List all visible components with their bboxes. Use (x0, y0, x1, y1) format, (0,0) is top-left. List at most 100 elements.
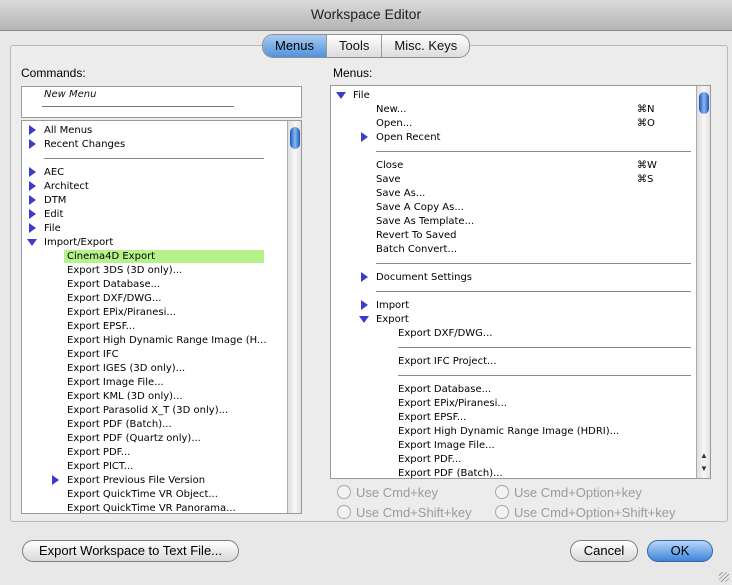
new-menu-item[interactable]: New Menu (44, 89, 96, 100)
shortcut-label: ⌘S (637, 174, 654, 185)
disclosure-down-icon[interactable] (359, 316, 369, 323)
radio-cmd-key[interactable]: Use Cmd+key (337, 485, 438, 500)
scroll-thumb[interactable] (699, 92, 709, 114)
list-item[interactable]: Import/Export (44, 236, 113, 249)
title-bar: Workspace Editor (0, 0, 732, 31)
list-item[interactable]: Export EPix/Piranesi... (398, 397, 507, 410)
separator (398, 375, 691, 376)
list-item[interactable]: Export QuickTime VR Panorama... (67, 502, 236, 513)
separator (376, 263, 691, 264)
list-item[interactable]: Export EPSF... (67, 320, 135, 333)
disclosure-right-icon[interactable] (29, 209, 36, 219)
radio-cmd-option-shift-key[interactable]: Use Cmd+Option+Shift+key (495, 505, 676, 520)
tab-bar: Menus Tools Misc. Keys (262, 34, 471, 58)
divider (42, 106, 234, 107)
scroll-thumb[interactable] (290, 127, 300, 149)
disclosure-right-icon[interactable] (361, 272, 368, 282)
list-item[interactable]: Save As... (376, 187, 425, 200)
list-item[interactable]: DTM (44, 194, 66, 207)
commands-list[interactable]: All Menus Recent Changes AEC Architect DTM Ed… (21, 120, 302, 514)
scroll-up-arrow-icon[interactable]: ▲ (700, 451, 708, 460)
disclosure-right-icon[interactable] (29, 125, 36, 135)
list-item[interactable]: Export PDF (Batch)... (67, 418, 172, 431)
list-item[interactable]: Export Parasolid X_T (3D only)... (67, 404, 228, 417)
list-item[interactable]: Cinema4D Export (67, 250, 155, 263)
disclosure-right-icon[interactable] (29, 139, 36, 149)
list-item[interactable]: Export IFC Project... (398, 355, 497, 368)
list-item[interactable]: Export Image File... (398, 439, 495, 452)
list-item[interactable]: Export PICT... (67, 460, 133, 473)
disclosure-right-icon[interactable] (29, 195, 36, 205)
list-item[interactable]: All Menus (44, 124, 92, 137)
ok-button[interactable]: OK (647, 540, 713, 562)
disclosure-right-icon[interactable] (361, 132, 368, 142)
window-title: Workspace Editor (310, 6, 422, 22)
list-item[interactable]: Export PDF... (398, 453, 461, 466)
list-item[interactable]: New... (376, 103, 406, 116)
list-item[interactable]: Export High Dynamic Range Image (HDRI)..… (398, 425, 619, 438)
list-item[interactable]: Revert To Saved (376, 229, 457, 242)
list-item[interactable]: Save As Template... (376, 215, 474, 228)
shortcut-label: ⌘O (637, 118, 655, 129)
list-item[interactable]: Export (376, 313, 409, 326)
separator (376, 151, 691, 152)
list-item[interactable]: Batch Convert... (376, 243, 457, 256)
commands-scrollbar[interactable] (287, 121, 301, 513)
radio-circle-icon (495, 485, 509, 499)
list-item[interactable]: Edit (44, 208, 63, 221)
list-item[interactable]: File (44, 222, 61, 235)
list-item[interactable]: Export IFC (67, 348, 119, 361)
list-item[interactable]: Export DXF/DWG... (67, 292, 161, 305)
radio-cmd-option-key[interactable]: Use Cmd+Option+key (495, 485, 642, 500)
list-item[interactable]: Export Database... (398, 383, 491, 396)
list-item[interactable]: Export Image File... (67, 376, 164, 389)
export-workspace-button[interactable]: Export Workspace to Text File... (22, 540, 239, 562)
disclosure-right-icon[interactable] (29, 181, 36, 191)
tab-tools[interactable]: Tools (327, 35, 383, 57)
shortcut-label: ⌘W (637, 160, 657, 171)
tab-misc-keys[interactable]: Misc. Keys (382, 35, 469, 57)
list-item[interactable]: Architect (44, 180, 89, 193)
separator (398, 347, 691, 348)
disclosure-right-icon[interactable] (361, 300, 368, 310)
commands-label: Commands: (21, 66, 86, 80)
disclosure-right-icon[interactable] (52, 475, 59, 485)
list-item[interactable]: Close (376, 159, 403, 172)
list-item[interactable]: Export KML (3D only)... (67, 390, 183, 403)
resize-grip-icon[interactable] (719, 572, 729, 582)
scroll-down-arrow-icon[interactable]: ▼ (700, 464, 708, 473)
list-item[interactable]: Open... (376, 117, 412, 130)
disclosure-down-icon[interactable] (27, 239, 37, 246)
list-item[interactable]: Export High Dynamic Range Image (H... (67, 334, 267, 347)
radio-cmd-shift-key[interactable]: Use Cmd+Shift+key (337, 505, 472, 520)
list-item[interactable]: Export PDF (Quartz only)... (67, 432, 201, 445)
tab-menus[interactable]: Menus (263, 35, 328, 57)
list-item[interactable]: Export Database... (67, 278, 160, 291)
list-item[interactable]: Export DXF/DWG... (398, 327, 492, 340)
cancel-button[interactable]: Cancel (570, 540, 638, 562)
list-item[interactable]: Save (376, 173, 401, 186)
disclosure-right-icon[interactable] (29, 167, 36, 177)
list-item[interactable]: File (353, 89, 370, 102)
list-item[interactable]: Export QuickTime VR Object... (67, 488, 218, 501)
separator (44, 158, 264, 159)
menus-scrollbar[interactable]: ▲ ▼ (696, 86, 710, 478)
list-item[interactable]: Export Previous File Version (67, 474, 205, 487)
disclosure-right-icon[interactable] (29, 223, 36, 233)
list-item[interactable]: Export 3DS (3D only)... (67, 264, 182, 277)
menus-list[interactable]: ▲ ▼ File New... ⌘N Open... ⌘O Open Recent Clos… (330, 85, 711, 479)
list-item[interactable]: Export EPix/Piranesi... (67, 306, 176, 319)
list-item[interactable]: Export EPSF... (398, 411, 466, 424)
list-item[interactable]: Save A Copy As... (376, 201, 464, 214)
list-item[interactable]: Export PDF (Batch)... (398, 467, 503, 478)
list-item[interactable]: Open Recent (376, 131, 440, 144)
list-item[interactable]: Export IGES (3D only)... (67, 362, 185, 375)
separator (376, 291, 691, 292)
list-item[interactable]: Export PDF... (67, 446, 130, 459)
list-item[interactable]: Import (376, 299, 409, 312)
disclosure-down-icon[interactable] (336, 92, 346, 99)
list-item[interactable]: AEC (44, 166, 64, 179)
list-item[interactable]: Recent Changes (44, 138, 125, 151)
new-menu-well[interactable]: New Menu (21, 86, 302, 118)
list-item[interactable]: Document Settings (376, 271, 472, 284)
